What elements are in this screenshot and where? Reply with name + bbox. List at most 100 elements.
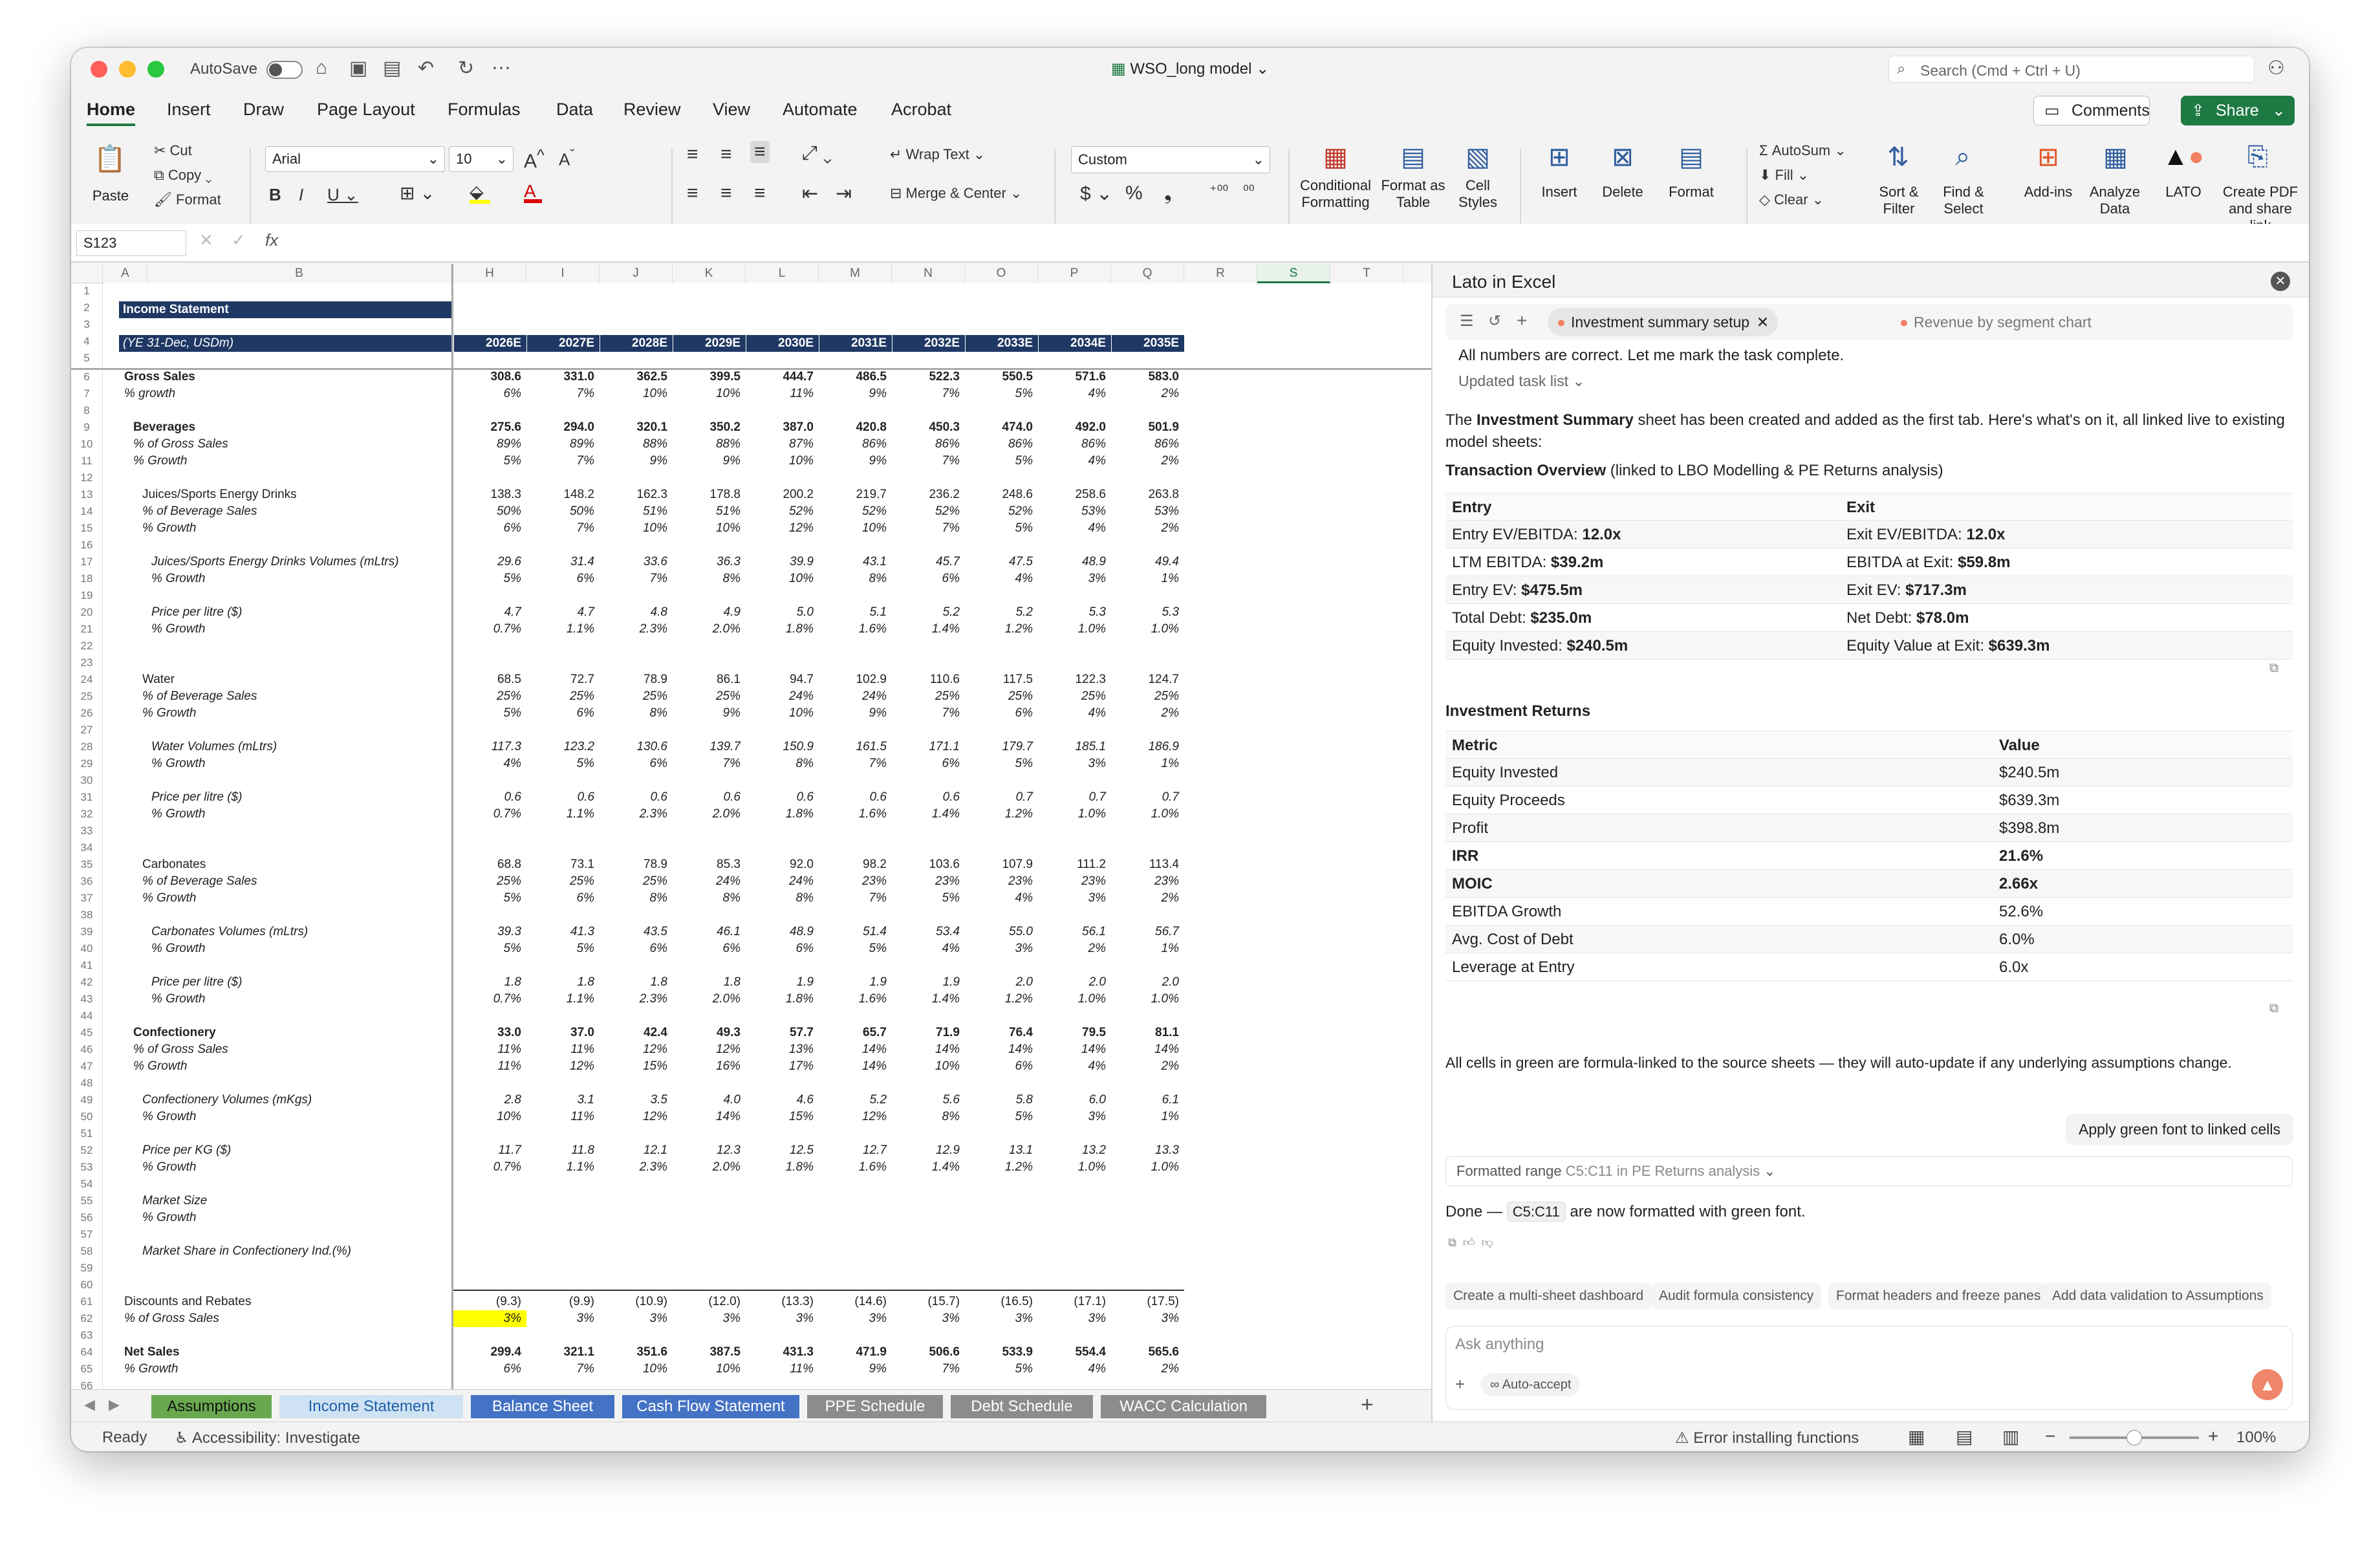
search-box[interactable]: ⌕ Search (Cmd + Ctrl + U) — [1888, 56, 2255, 83]
cell-value[interactable]: 444.7 — [746, 369, 819, 385]
cell-value[interactable]: 5.3 — [1111, 604, 1184, 621]
year-header[interactable]: 2030E — [746, 335, 819, 352]
row-number[interactable]: 9 — [71, 421, 102, 434]
row-label[interactable]: Price per KG ($) — [142, 1142, 448, 1159]
ask-box[interactable]: Ask anything + ∞ Auto-accept ▲ — [1445, 1326, 2293, 1410]
cell-value[interactable]: 9% — [673, 453, 746, 470]
cell-value[interactable]: 55.0 — [965, 924, 1038, 940]
cell-value[interactable]: 25% — [526, 873, 600, 890]
row-label[interactable]: Water Volumes (mLtrs) — [151, 739, 448, 755]
year-header[interactable]: 2032E — [892, 335, 965, 352]
cell-value[interactable]: 9% — [600, 453, 673, 470]
column-header[interactable]: Q — [1111, 264, 1184, 283]
row-number[interactable]: 15 — [71, 522, 102, 535]
row-number[interactable]: 49 — [71, 1094, 102, 1107]
cell-value[interactable]: 4% — [1038, 520, 1111, 537]
cell-value[interactable]: 2% — [1111, 385, 1184, 402]
cell-value[interactable]: 2% — [1111, 890, 1184, 907]
cell-value[interactable]: 86% — [1111, 436, 1184, 453]
cell-value[interactable]: 41.3 — [526, 924, 600, 940]
cell-value[interactable]: 161.5 — [819, 739, 892, 755]
row-label[interactable]: % growth — [124, 385, 448, 402]
cell-value[interactable]: 4% — [892, 940, 965, 957]
row-number[interactable]: 65 — [71, 1363, 102, 1376]
cell-value[interactable]: (12.0) — [673, 1293, 746, 1310]
cell-value[interactable]: 5% — [819, 940, 892, 957]
cell-value[interactable]: 0.6 — [746, 789, 819, 806]
cell-value[interactable]: 5% — [453, 940, 526, 957]
cell-value[interactable]: 48.9 — [746, 924, 819, 940]
lato-button[interactable]: LATO — [2158, 184, 2209, 200]
cell-value[interactable]: 45.7 — [892, 554, 965, 570]
column-header[interactable]: K — [673, 264, 746, 283]
row-number[interactable]: 43 — [71, 993, 102, 1006]
row-label[interactable]: % Growth — [151, 755, 448, 772]
cell-value[interactable]: 1.8% — [746, 806, 819, 823]
cell-value[interactable]: 219.7 — [819, 486, 892, 503]
cell-value[interactable]: 6.1 — [1111, 1092, 1184, 1109]
row-label[interactable]: Confectionery — [133, 1024, 448, 1041]
cell-value[interactable]: 1% — [1111, 570, 1184, 587]
cell-value[interactable]: 23% — [1038, 873, 1111, 890]
cell-value[interactable]: 78.9 — [600, 856, 673, 873]
save-icon[interactable]: ▣ — [349, 57, 367, 80]
cell-value[interactable]: 14% — [1038, 1041, 1111, 1058]
cell-value[interactable]: 11% — [746, 1361, 819, 1378]
cell-value[interactable]: 14% — [965, 1041, 1038, 1058]
number-format-select[interactable]: Custom ⌄ — [1071, 146, 1270, 173]
format-as-table-icon[interactable]: ▤ — [1390, 142, 1436, 172]
row-number[interactable]: 60 — [71, 1279, 102, 1292]
cell-value[interactable]: 320.1 — [600, 419, 673, 436]
row-number[interactable]: 27 — [71, 724, 102, 737]
cell-value[interactable]: 7% — [892, 520, 965, 537]
cell-value[interactable]: 1.0% — [1111, 1159, 1184, 1176]
cell-value[interactable]: 3% — [1038, 1109, 1111, 1125]
cell-value[interactable]: 5% — [965, 755, 1038, 772]
cell-value[interactable]: 51.4 — [819, 924, 892, 940]
bold-icon[interactable]: B — [269, 185, 281, 205]
cell-value[interactable]: 52% — [892, 503, 965, 520]
row-label[interactable]: % Growth — [142, 1209, 448, 1226]
row-number[interactable]: 28 — [71, 741, 102, 753]
autosave-toggle[interactable] — [266, 61, 303, 79]
copy-table-icon[interactable]: ⧉ — [2269, 661, 2278, 676]
cell-value[interactable]: 2.3% — [600, 621, 673, 638]
cell-value[interactable]: 86.1 — [673, 671, 746, 688]
cell-value[interactable]: 11% — [526, 1041, 600, 1058]
row-number[interactable]: 16 — [71, 539, 102, 552]
cell-value[interactable]: 471.9 — [819, 1344, 892, 1361]
column-header[interactable]: A — [103, 264, 147, 283]
column-header[interactable]: R — [1184, 264, 1257, 283]
cell-value[interactable]: 14% — [673, 1109, 746, 1125]
cell-value[interactable]: 4.6 — [746, 1092, 819, 1109]
row-label[interactable]: Carbonates — [142, 856, 448, 873]
row-number[interactable]: 38 — [71, 909, 102, 922]
cell-value[interactable]: 1.4% — [892, 991, 965, 1008]
sheet-tab[interactable]: Income Statement — [279, 1395, 463, 1418]
cell-value[interactable]: 6% — [526, 890, 600, 907]
cell-value[interactable]: 1.0% — [1111, 991, 1184, 1008]
row-number[interactable]: 25 — [71, 690, 102, 703]
column-header[interactable]: S — [1257, 264, 1330, 283]
row-label[interactable]: % of Beverage Sales — [142, 688, 448, 705]
cell-value[interactable]: 15% — [600, 1058, 673, 1075]
cell-value[interactable]: 6% — [746, 940, 819, 957]
cell-value[interactable]: 1.2% — [965, 991, 1038, 1008]
cell-value[interactable]: 8% — [600, 705, 673, 722]
tab-acrobat[interactable]: Acrobat — [891, 100, 951, 120]
format-cells-button[interactable]: Format — [1669, 184, 1714, 200]
cell-value[interactable]: 10% — [819, 520, 892, 537]
row-number[interactable]: 17 — [71, 556, 102, 568]
cell-value[interactable]: 0.6 — [526, 789, 600, 806]
cell-value[interactable]: 1.1% — [526, 621, 600, 638]
fill-button[interactable]: ⬇ Fill ⌄ — [1759, 167, 1809, 184]
cell-value[interactable]: 248.6 — [965, 486, 1038, 503]
cell-value[interactable]: 2.3% — [600, 1159, 673, 1176]
row-number[interactable]: 64 — [71, 1346, 102, 1359]
tab-formulas[interactable]: Formulas — [448, 100, 521, 120]
cell-value[interactable]: 1.0% — [1111, 806, 1184, 823]
cell-value[interactable]: 46.1 — [673, 924, 746, 940]
add-sheet-icon[interactable]: + — [1361, 1392, 1374, 1418]
cell-value[interactable]: 5.8 — [965, 1092, 1038, 1109]
cell-value[interactable]: 88% — [600, 436, 673, 453]
